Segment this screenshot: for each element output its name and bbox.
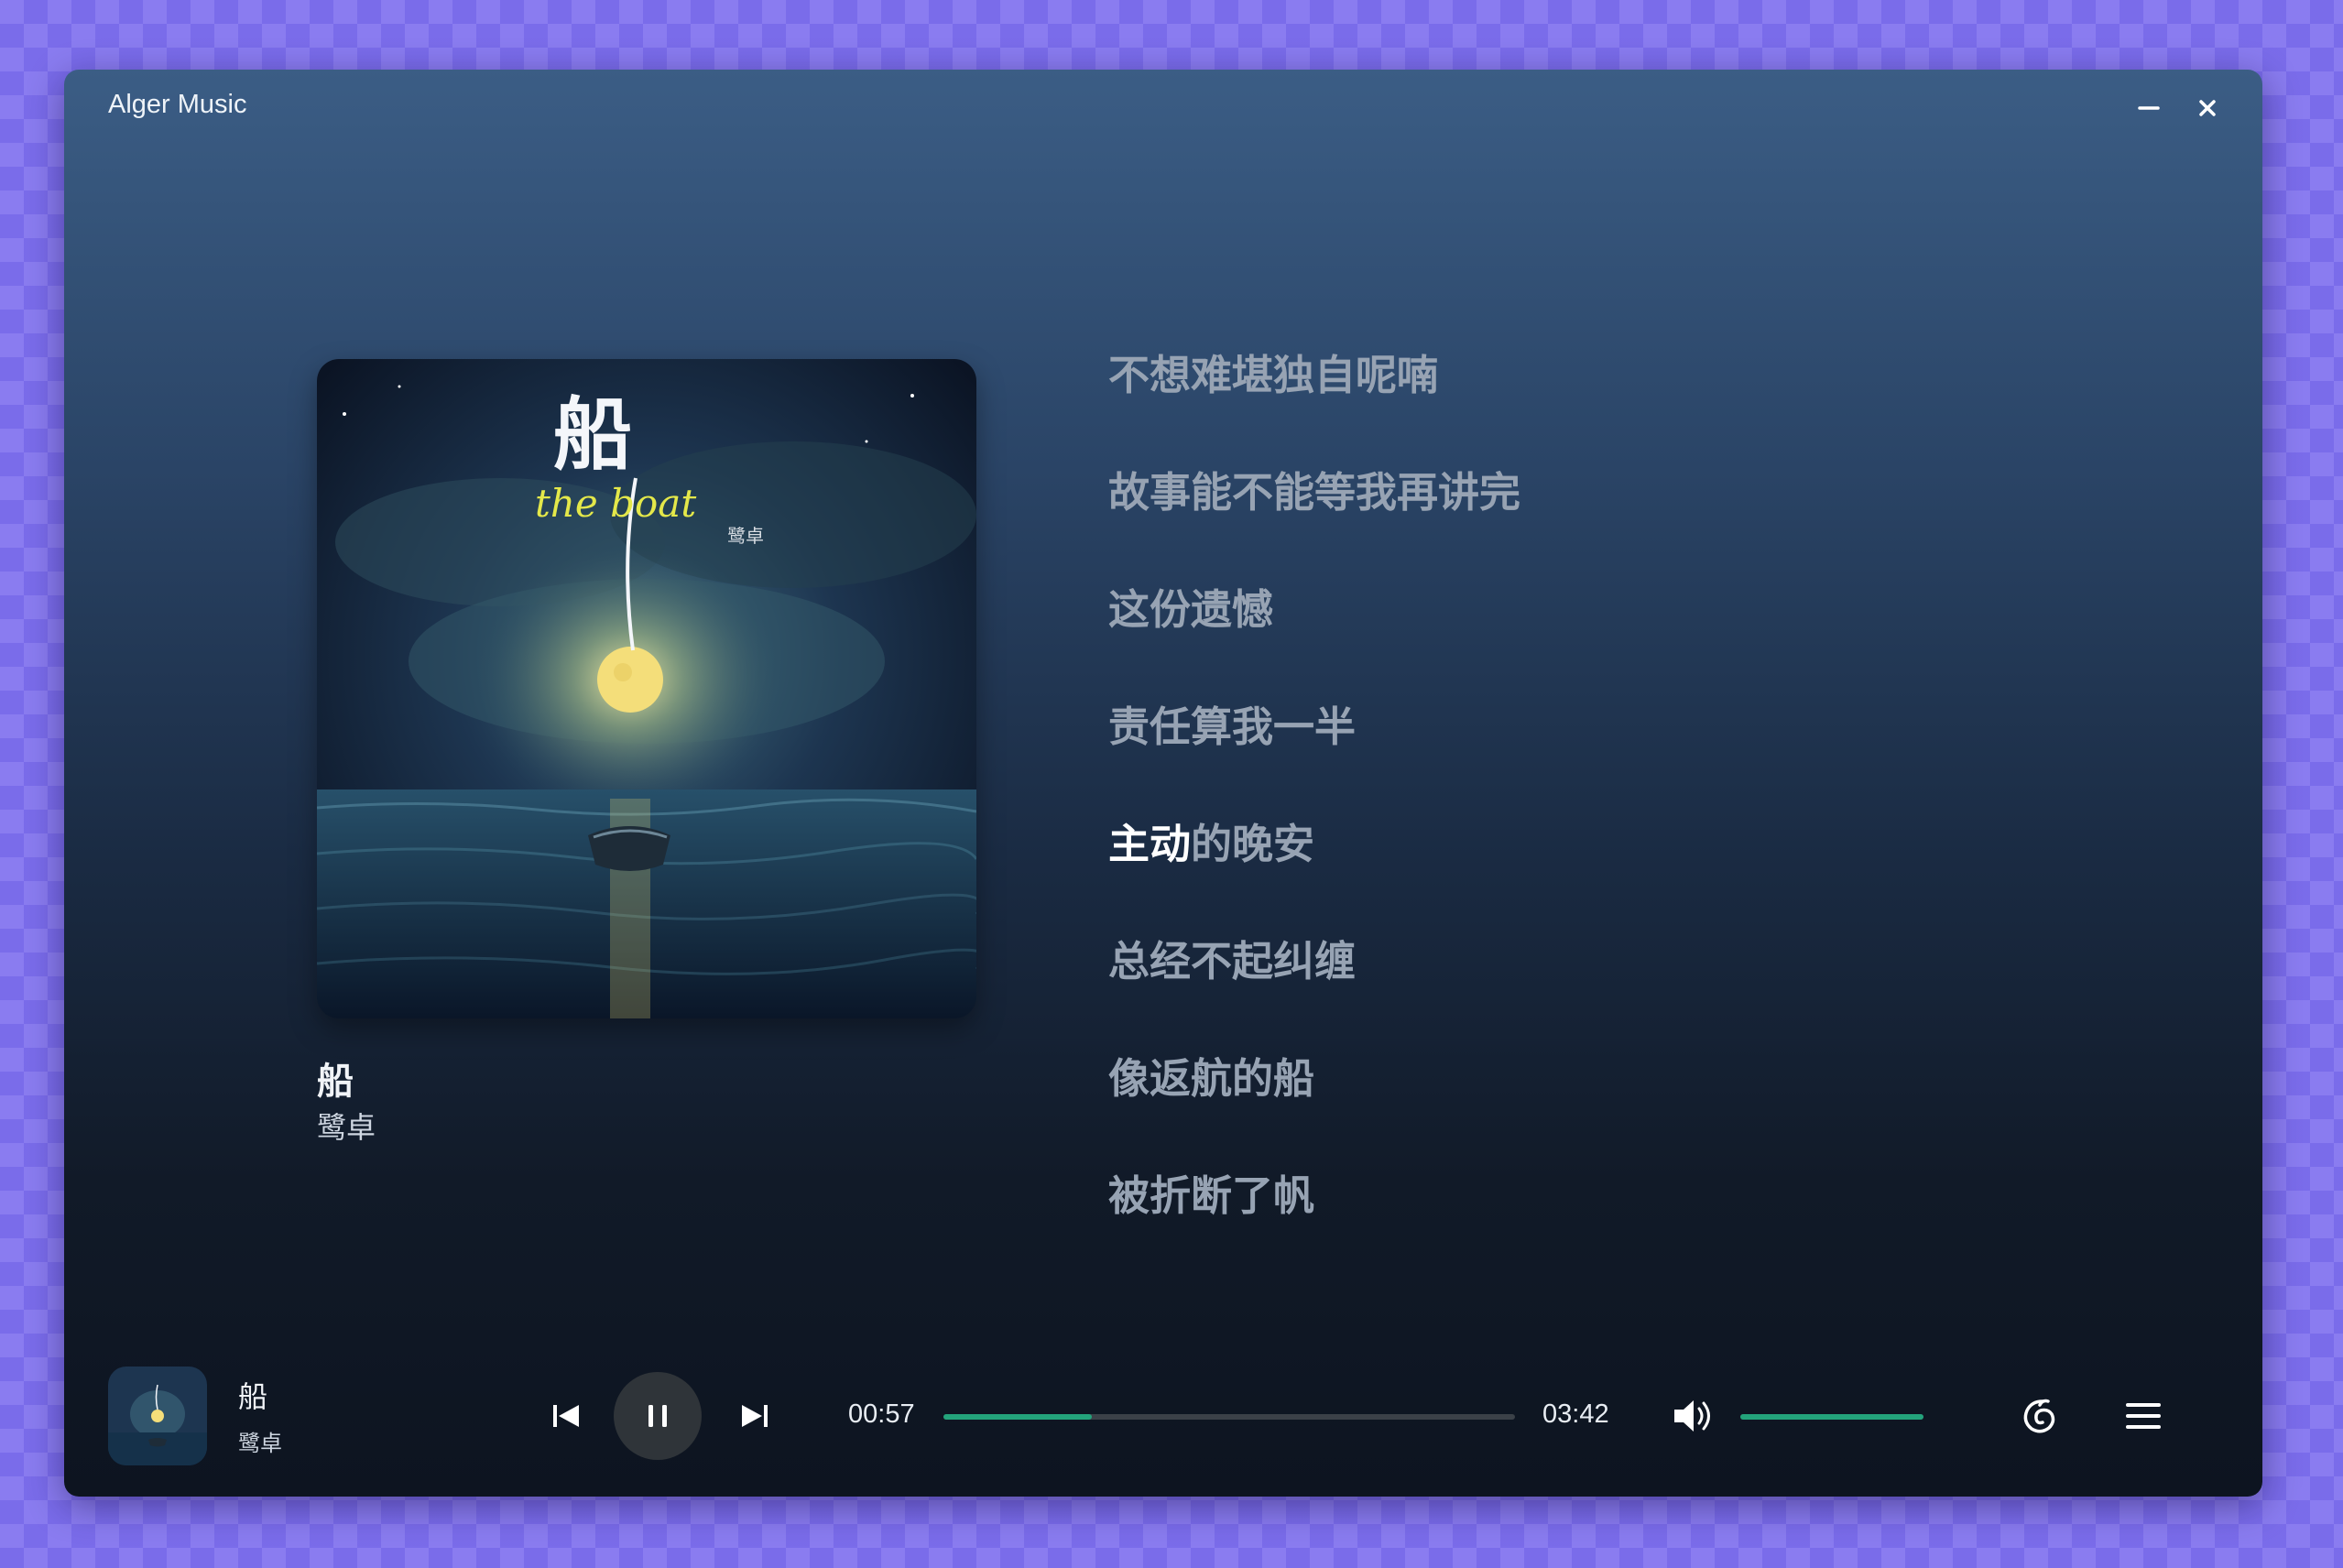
song-artist: 鹭卓 <box>317 1110 376 1145</box>
lyric-line[interactable]: 总经不起纠缠 <box>1108 903 2116 1020</box>
volume-fill <box>1740 1414 1923 1420</box>
lyric-line[interactable]: 不想难堪独自呢喃 <box>1108 317 2116 434</box>
cover-artist-text: 鹭卓 <box>727 525 764 547</box>
playlist-menu-icon <box>2126 1403 2161 1429</box>
next-track-icon <box>742 1405 768 1427</box>
next-track-button[interactable] <box>729 1390 780 1442</box>
lyric-line[interactable]: 这份遗憾 <box>1108 551 2116 669</box>
total-time: 03:42 <box>1542 1399 1609 1429</box>
volume-icon <box>1674 1400 1710 1432</box>
lyric-line[interactable]: 像返航的船 <box>1108 1020 2116 1138</box>
sung-lyric-part: 主动 <box>1108 820 1192 868</box>
progress-fill <box>943 1414 1093 1420</box>
cover-title-text: 船 <box>553 389 632 481</box>
pause-icon <box>648 1405 667 1427</box>
lyric-line[interactable]: 故事能不能等我再讲完 <box>1108 434 2116 551</box>
minimize-button[interactable] <box>2129 88 2169 128</box>
album-cover: 船 the boat 鹭卓 <box>317 359 976 1018</box>
volume-slider[interactable] <box>1740 1414 1923 1420</box>
title-bar[interactable]: Alger Music <box>64 70 2262 143</box>
netease-music-button[interactable] <box>2011 1388 2066 1443</box>
current-lyric-line[interactable]: 主动的晚安 <box>1108 786 2116 903</box>
progress-bar[interactable] <box>943 1414 1515 1420</box>
current-time: 00:57 <box>848 1399 915 1429</box>
close-icon <box>2199 100 2216 116</box>
mini-album-cover[interactable] <box>108 1367 207 1465</box>
previous-track-icon <box>553 1405 579 1427</box>
player-bar: 船 鹭卓 00:57 03:42 <box>64 1323 2262 1497</box>
previous-track-button[interactable] <box>540 1390 592 1442</box>
app-title: Alger Music <box>108 90 247 119</box>
lyric-line[interactable]: 责任算我一半 <box>1108 669 2116 786</box>
song-title: 船 <box>317 1061 354 1103</box>
player-song-title: 船 <box>238 1379 268 1414</box>
netease-music-icon <box>2023 1399 2055 1433</box>
pause-button[interactable] <box>614 1372 702 1460</box>
player-window: Alger Music 船 the boat 鹭卓 船 鹭卓 不想难堪独自呢喃 … <box>64 70 2262 1497</box>
lyric-line[interactable]: 被折断了帆 <box>1108 1138 2116 1255</box>
unsung-lyric-part: 的晚安 <box>1191 820 1315 868</box>
playlist-button[interactable] <box>2116 1388 2171 1443</box>
player-song-artist: 鹭卓 <box>238 1431 282 1456</box>
lyrics-panel: 不想难堪独自呢喃 故事能不能等我再讲完 这份遗憾 责任算我一半 主动的晚安 总经… <box>1108 317 2116 1255</box>
volume-button[interactable] <box>1665 1388 1720 1443</box>
close-button[interactable] <box>2187 88 2228 128</box>
cover-subtitle-text: the boat <box>535 481 696 526</box>
minimize-icon <box>2138 106 2160 110</box>
